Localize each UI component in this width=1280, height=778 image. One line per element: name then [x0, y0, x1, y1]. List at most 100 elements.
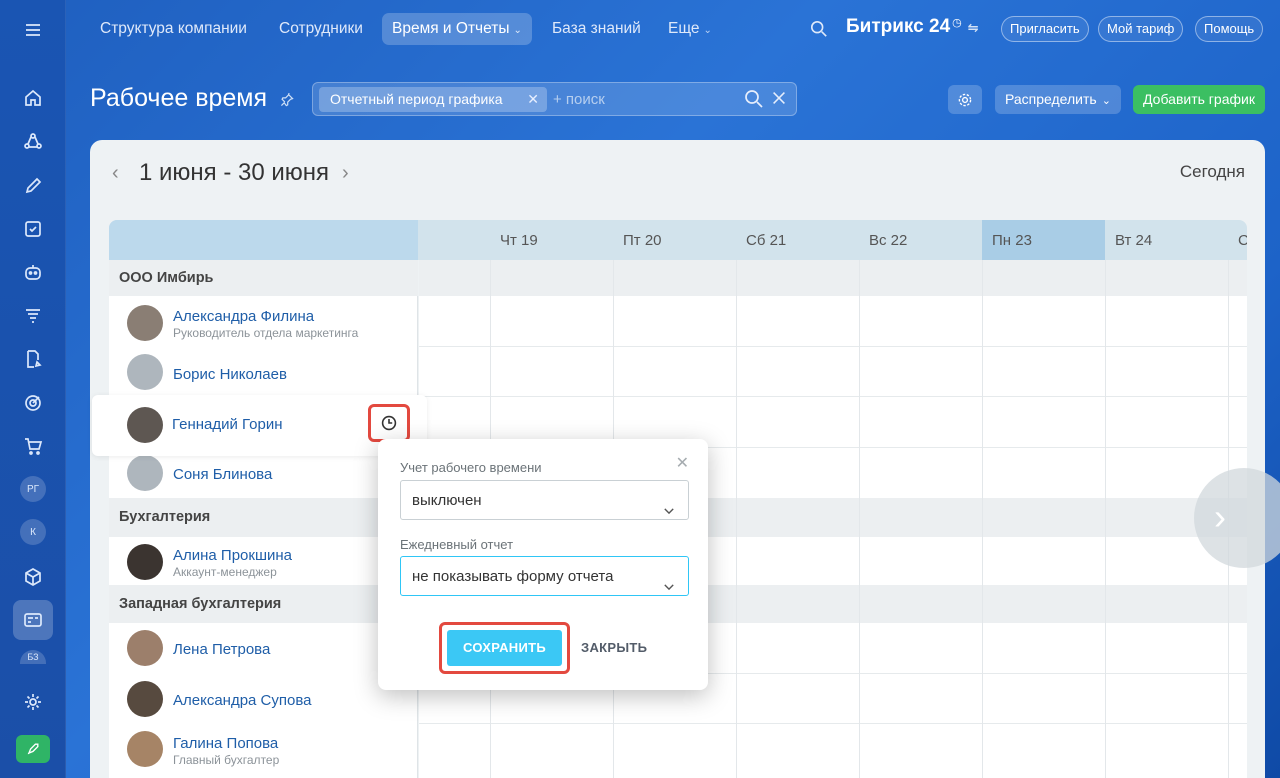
chevron-down-icon: ⌄	[513, 25, 522, 36]
row-divider	[419, 346, 1247, 347]
employee-position: Главный бухгалтер	[173, 753, 280, 767]
avatar[interactable]	[127, 731, 163, 767]
time-tracking-select[interactable]: выключен	[400, 480, 689, 520]
col-divider	[859, 260, 860, 778]
clock-icon	[381, 415, 397, 431]
col-divider	[1105, 260, 1106, 778]
save-highlight: СОХРАНИТЬ	[439, 622, 570, 674]
document-edit-icon[interactable]	[17, 343, 49, 375]
pin-icon[interactable]	[280, 92, 294, 112]
avatar[interactable]	[127, 630, 163, 666]
chevron-down-icon	[662, 494, 676, 534]
cart-icon[interactable]	[17, 430, 49, 462]
employee-name[interactable]: Александра Супова	[173, 692, 312, 709]
nav-employees[interactable]: Сотрудники	[269, 13, 373, 45]
day-header: Вт 24	[1115, 232, 1153, 249]
daily-report-select[interactable]: не показывать форму отчета	[400, 556, 689, 596]
group-header: Бухгалтерия	[109, 498, 418, 537]
sidebar-badge-rg[interactable]: РГ	[20, 476, 46, 502]
employee-row[interactable]: Лена Петрова	[109, 623, 418, 673]
left-sidebar: РГ К БЗ	[0, 0, 66, 778]
pencil-icon[interactable]	[17, 170, 49, 202]
group-header: Западная бухгалтерия	[109, 585, 418, 623]
timeman-icon[interactable]	[13, 600, 53, 640]
employee-name[interactable]: Борис Николаев	[173, 366, 287, 383]
network-icon[interactable]	[17, 126, 49, 158]
day-header: Пт 20	[623, 232, 662, 249]
avatar-placeholder[interactable]	[127, 455, 163, 491]
close-icon[interactable]: ✕	[676, 453, 689, 473]
row-divider	[419, 396, 1247, 397]
target-icon[interactable]	[17, 387, 49, 419]
employee-row[interactable]: Александра Филина Руководитель отдела ма…	[109, 296, 418, 346]
employee-list: ООО Имбирь Александра Филина Руководител…	[109, 260, 418, 778]
sidebar-badge-bz[interactable]: БЗ	[20, 650, 46, 664]
avatar[interactable]	[127, 305, 163, 341]
employee-row[interactable]: Борис Николаев	[109, 347, 418, 397]
box-icon[interactable]	[17, 561, 49, 593]
filter-chip[interactable]: Отчетный период графика ✕	[319, 87, 547, 112]
settings-icon[interactable]	[17, 686, 49, 718]
chevron-down-icon: ⌄	[1101, 95, 1111, 107]
my-tariff-button[interactable]: Мой тариф	[1098, 16, 1184, 42]
employee-name[interactable]: Александра Филина	[173, 308, 314, 325]
home-icon[interactable]	[17, 82, 49, 114]
nav-company-structure[interactable]: Структура компании	[90, 13, 257, 45]
employee-position: Руководитель отдела маркетинга	[173, 326, 359, 340]
search-icon[interactable]	[810, 20, 828, 43]
next-arrow-icon[interactable]: ›	[342, 162, 349, 185]
chip-close-icon[interactable]: ✕	[527, 87, 539, 112]
row-divider	[419, 723, 1247, 724]
avatar[interactable]	[127, 681, 163, 717]
hamburger-icon[interactable]	[17, 14, 49, 46]
nav-time-reports[interactable]: Время и Отчеты ⌄	[382, 13, 532, 45]
grid-corner	[109, 220, 418, 260]
clear-icon[interactable]	[770, 89, 788, 114]
day-header-today: Пн 23	[982, 220, 1105, 260]
settings-button[interactable]	[948, 85, 982, 114]
employee-name[interactable]: Алина Прокшина	[173, 547, 292, 564]
tasks-icon[interactable]	[17, 213, 49, 245]
grid-header: Чт 19 Пт 20 Сб 21 Вс 22 Пн 23 Вт 24 С	[109, 220, 1247, 260]
robot-icon[interactable]	[17, 256, 49, 288]
filter-search-bar[interactable]: Отчетный период графика ✕ + поиск	[312, 82, 797, 116]
date-navigation: ‹ 1 июня - 30 июня › Сегодня	[90, 140, 1265, 210]
employee-name[interactable]: Галина Попова	[173, 735, 278, 752]
employee-row-highlighted[interactable]: Геннадий Горин	[92, 395, 427, 456]
employee-row[interactable]: Галина Попова Главный бухгалтер	[109, 724, 418, 774]
toggles-icon[interactable]: ⇋	[968, 20, 979, 35]
brand-logo[interactable]: Битрикс 24 ◷ ⇋	[846, 16, 979, 38]
distribute-button[interactable]: Распределить ⌄	[995, 85, 1121, 114]
invite-button[interactable]: Пригласить	[1001, 16, 1089, 42]
employee-row[interactable]: Алина Прокшина Аккаунт-менеджер	[109, 537, 418, 585]
search-input[interactable]: + поиск	[553, 83, 605, 117]
rocket-icon[interactable]	[16, 735, 50, 763]
prev-arrow-icon[interactable]: ‹	[112, 162, 119, 185]
employee-row[interactable]: Александра Супова	[109, 674, 418, 724]
help-button[interactable]: Помощь	[1195, 16, 1264, 42]
today-button[interactable]: Сегодня	[1180, 162, 1245, 182]
avatar[interactable]	[127, 544, 163, 580]
employee-name[interactable]: Соня Блинова	[173, 466, 272, 483]
save-button[interactable]: СОХРАНИТЬ	[447, 630, 562, 666]
employee-position: Аккаунт-менеджер	[173, 565, 277, 579]
funnel-icon[interactable]	[17, 300, 49, 332]
day-header: Сб 21	[746, 232, 787, 249]
nav-knowledge-base[interactable]: База знаний	[542, 13, 651, 45]
employee-name[interactable]: Лена Петрова	[173, 641, 270, 658]
nav-more-label: Еще	[668, 20, 700, 37]
avatar[interactable]	[127, 407, 163, 443]
sidebar-badge-k[interactable]: К	[20, 519, 46, 545]
nav-more[interactable]: Еще ⌄	[658, 13, 722, 45]
avatar-placeholder[interactable]	[127, 354, 163, 390]
chevron-down-icon	[662, 570, 676, 610]
search-icon[interactable]	[744, 89, 764, 114]
day-header: Вс 22	[869, 232, 908, 249]
day-header: Чт 19	[500, 232, 538, 249]
employee-name[interactable]: Геннадий Горин	[172, 416, 283, 433]
worktime-settings-button[interactable]	[368, 404, 410, 442]
page-title: Рабочее время	[90, 84, 268, 112]
add-schedule-button[interactable]: Добавить график	[1133, 85, 1265, 114]
group-band	[419, 260, 1247, 296]
close-button[interactable]: ЗАКРЫТЬ	[581, 640, 647, 655]
